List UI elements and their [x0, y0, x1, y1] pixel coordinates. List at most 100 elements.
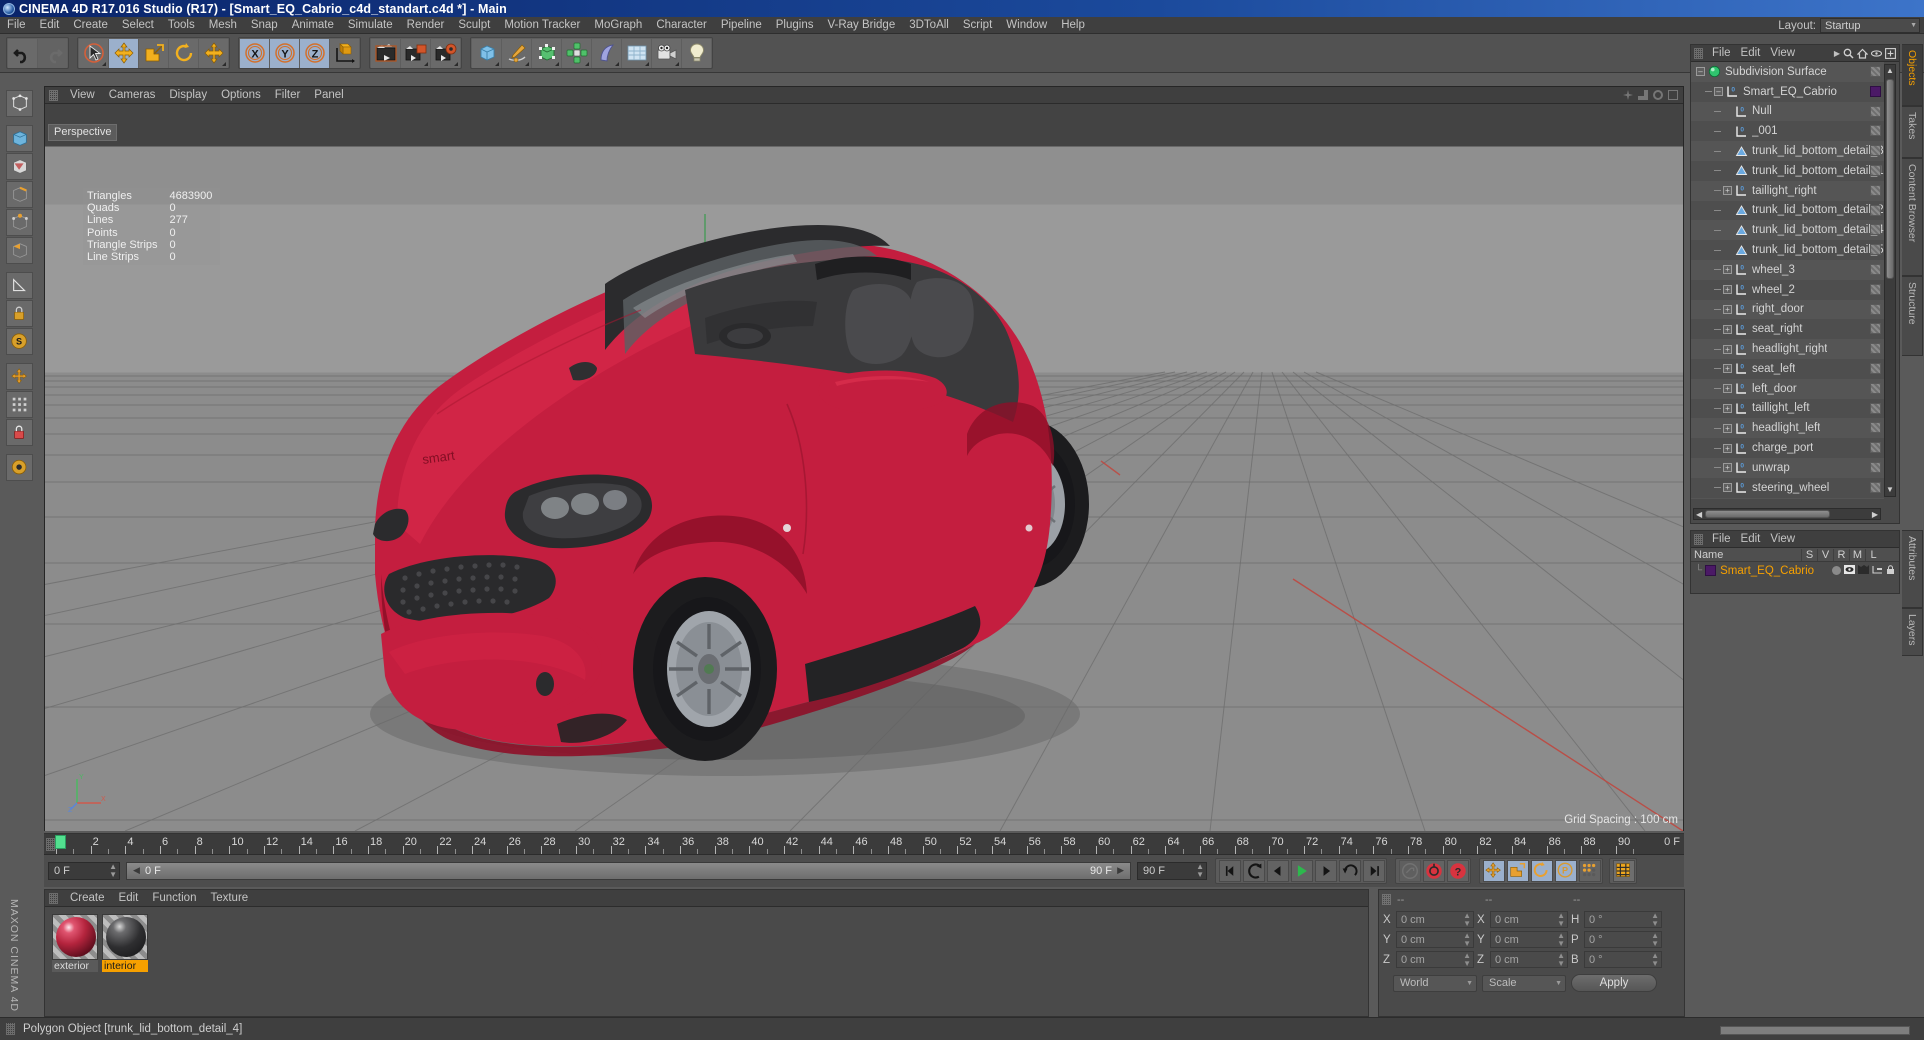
material-menu-texture[interactable]: Texture [203, 892, 255, 904]
object-tree-row[interactable]: +0 left_door [1691, 379, 1884, 399]
object-name[interactable]: seat_right [1752, 323, 1803, 335]
apply-button[interactable]: Apply [1571, 974, 1657, 992]
expand-icon[interactable]: + [1723, 463, 1732, 473]
material-name[interactable]: exterior [52, 960, 98, 972]
object-tree-row[interactable]: trunk_lid_bottom_detail_5 [1691, 240, 1884, 260]
panel-grip-icon[interactable] [46, 838, 55, 851]
solo-dot-icon[interactable] [1832, 566, 1841, 575]
tag-slot[interactable] [1870, 303, 1881, 315]
tag-slot[interactable] [1870, 105, 1881, 117]
tag-slot[interactable] [1870, 66, 1881, 77]
polygon-mode-icon[interactable] [6, 237, 33, 264]
layer-menu-edit[interactable]: Edit [1736, 533, 1766, 545]
object-name[interactable]: Null [1752, 105, 1772, 117]
object-tree-row[interactable]: trunk_lid_bottom_detail_4 [1691, 220, 1884, 240]
tab-objects[interactable]: Objects [1902, 44, 1923, 106]
panel-grip-icon[interactable] [49, 892, 58, 904]
viewport-rotate-icon[interactable] [1653, 90, 1663, 100]
material-name[interactable]: interior [102, 960, 148, 972]
viewport-menu-filter[interactable]: Filter [268, 89, 308, 101]
object-name[interactable]: taillight_left [1752, 402, 1810, 414]
object-name[interactable]: headlight_left [1752, 422, 1820, 434]
layer-column-l[interactable]: L [1865, 548, 1881, 561]
object-tree-hscrollbar[interactable]: ◀ ▶ [1693, 508, 1881, 520]
tag-slot[interactable] [1870, 184, 1881, 196]
objmgr-menu-file[interactable]: File [1707, 47, 1736, 59]
spinner-icon[interactable]: ▲ ▼ [1463, 911, 1471, 928]
object-name[interactable]: charge_port [1752, 442, 1813, 454]
tag-slot[interactable] [1870, 323, 1881, 335]
panel-grip-icon[interactable] [1694, 47, 1703, 59]
camera-icon[interactable] [652, 38, 681, 68]
viewport-menu-display[interactable]: Display [162, 89, 214, 101]
object-tree-row[interactable]: +0 right_door [1691, 300, 1884, 320]
tab-layers[interactable]: Layers [1902, 608, 1923, 656]
light-icon[interactable] [682, 38, 711, 68]
menu-simulate[interactable]: Simulate [341, 17, 400, 34]
menu-motion-tracker[interactable]: Motion Tracker [497, 17, 587, 34]
layer-color-swatch[interactable] [1705, 565, 1717, 576]
object-tree-row[interactable]: trunk_lid_bottom_detail_2 [1691, 200, 1884, 221]
layer-column-v[interactable]: V [1817, 548, 1833, 561]
object-name[interactable]: wheel_2 [1752, 284, 1795, 296]
make-editable-icon[interactable] [6, 90, 33, 117]
menu-character[interactable]: Character [649, 17, 714, 34]
objmgr-menu-edit[interactable]: Edit [1736, 47, 1766, 59]
tab-attributes[interactable]: Attributes [1902, 530, 1923, 608]
record-active-icon[interactable] [1423, 860, 1445, 882]
environment-icon[interactable] [622, 38, 651, 68]
range-right-handle-icon[interactable]: ▶ [1117, 865, 1124, 876]
object-name[interactable]: trunk_lid_bottom_detail_1 [1752, 165, 1884, 177]
tag-slot[interactable] [1870, 481, 1881, 493]
object-tree-row[interactable]: +0 seat_right [1691, 319, 1884, 340]
measure-icon[interactable] [6, 272, 33, 299]
object-tree-row[interactable]: 0 Null [1691, 102, 1884, 122]
size-y-field[interactable]: 0 cm ▲ ▼ [1490, 931, 1568, 948]
deformer-icon[interactable] [592, 38, 621, 68]
panel-grip-icon[interactable] [6, 1023, 15, 1035]
expand-icon[interactable]: + [1723, 364, 1732, 374]
cube-primitive-icon[interactable] [472, 38, 501, 68]
spinner-icon[interactable]: ▲ ▼ [1463, 951, 1471, 968]
spinner-icon[interactable]: ▲ ▼ [1651, 931, 1659, 948]
expand-icon[interactable]: + [1723, 483, 1732, 493]
timeline-range-slider[interactable]: 0 F ◀ 90 F ▶ [126, 862, 1131, 880]
objmgr-menu-view[interactable]: View [1765, 47, 1800, 59]
tag-slot[interactable] [1870, 244, 1881, 256]
viewport-menu-panel[interactable]: Panel [307, 89, 350, 101]
go-to-start-icon[interactable] [1219, 860, 1241, 882]
object-name[interactable]: Subdivision Surface [1725, 66, 1827, 78]
object-tree-row[interactable]: – 0 Smart_EQ_Cabrio [1691, 81, 1884, 102]
panel-grip-icon[interactable] [1694, 533, 1703, 545]
tag-slot[interactable] [1870, 442, 1881, 454]
tag-slot[interactable] [1870, 362, 1881, 374]
menu-select[interactable]: Select [115, 17, 161, 34]
object-tree-row[interactable]: +0 wheel_3 [1691, 260, 1884, 280]
panel-grip-icon[interactable] [1382, 894, 1391, 905]
play-icon[interactable] [1291, 860, 1313, 882]
mograph-icon[interactable] [562, 38, 591, 68]
tag-slot[interactable] [1870, 145, 1881, 157]
expand-icon[interactable]: + [1723, 384, 1732, 394]
timeline-icon[interactable] [1613, 860, 1635, 882]
menu-tools[interactable]: Tools [161, 17, 202, 34]
viewport-canvas[interactable]: smart Perspective Triangles 4683900 Quads 0… [45, 104, 1683, 831]
object-tree-row[interactable]: +0 taillight_right [1691, 181, 1884, 201]
menu-script[interactable]: Script [956, 17, 999, 34]
lock-icon[interactable] [6, 419, 33, 446]
material-item[interactable]: interior [102, 914, 148, 972]
object-tree-row[interactable]: +0 charge_port [1691, 438, 1884, 458]
tag-slot[interactable] [1870, 164, 1881, 176]
spinner-icon[interactable]: ▲ ▼ [1651, 911, 1659, 928]
object-name[interactable]: right_door [1752, 303, 1804, 315]
menu-v-ray-bridge[interactable]: V-Ray Bridge [820, 17, 902, 34]
eye-icon[interactable] [1871, 48, 1882, 59]
transform-icon[interactable] [199, 38, 228, 68]
collapse-icon[interactable]: – [1696, 67, 1705, 77]
menu-sculpt[interactable]: Sculpt [451, 17, 497, 34]
snap-icon[interactable]: S [6, 328, 33, 355]
object-tree-row[interactable]: 0 _001 [1691, 121, 1884, 142]
tab-content-browser[interactable]: Content Browser [1902, 158, 1923, 276]
spinner-icon[interactable]: ▲ ▼ [109, 863, 117, 879]
collapse-icon[interactable]: – [1714, 87, 1723, 97]
